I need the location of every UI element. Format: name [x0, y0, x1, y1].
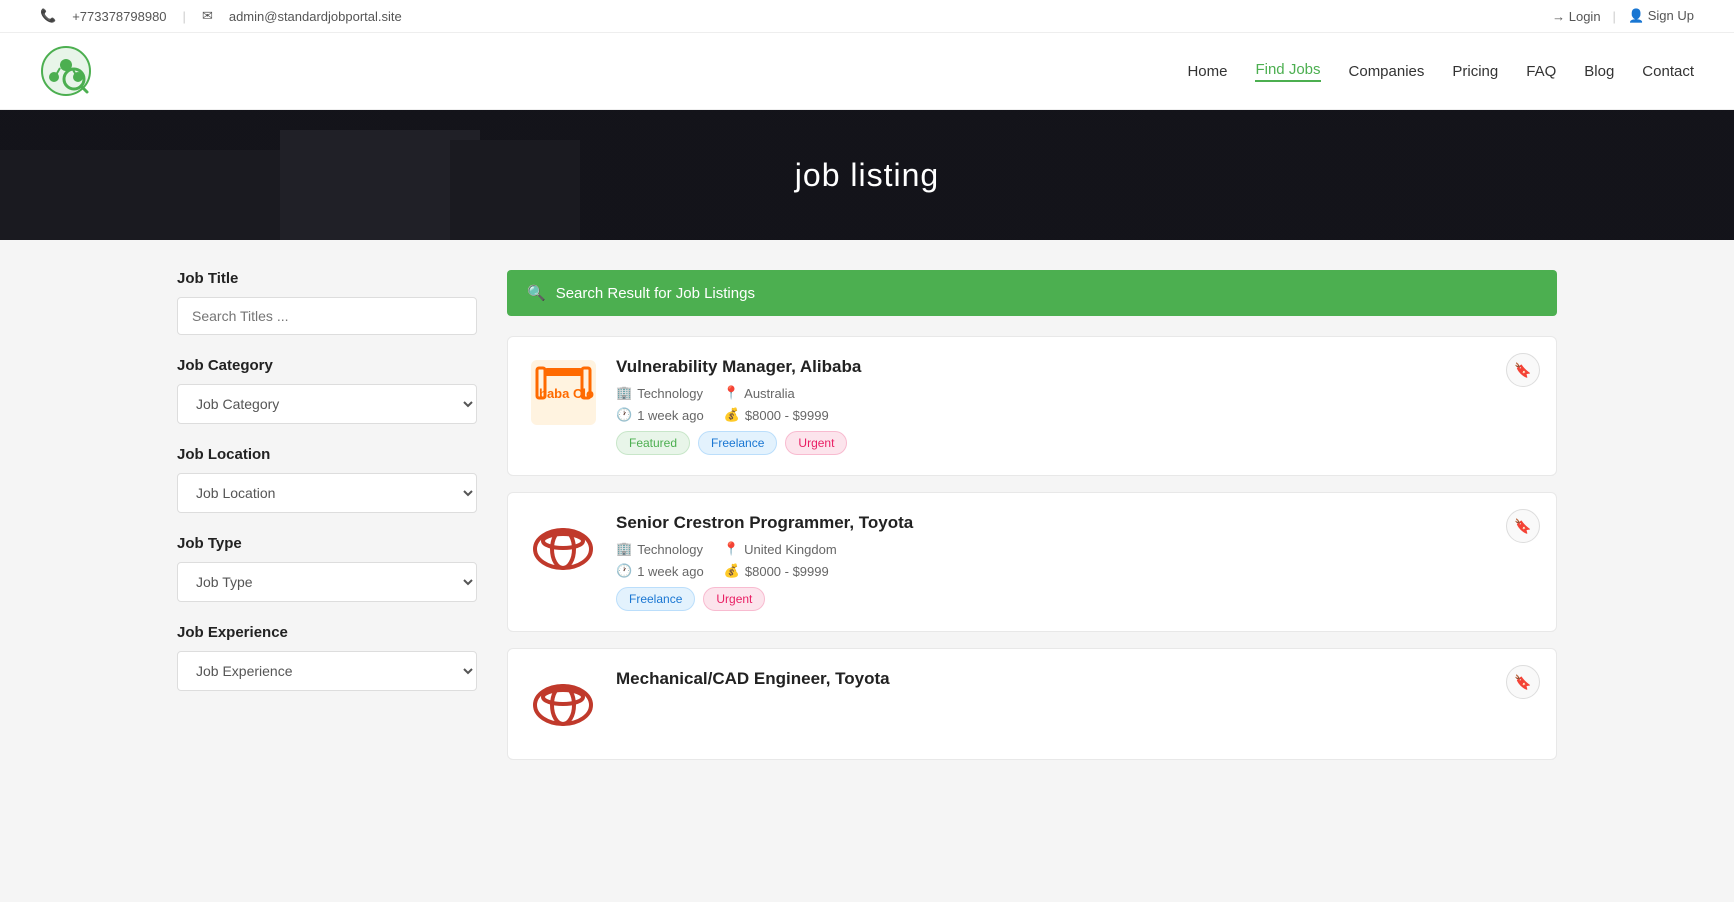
job-location-label: Job Location — [177, 446, 477, 463]
job-type-select[interactable]: Job Type — [177, 562, 477, 602]
job-experience-section: Job Experience Job Experience — [177, 624, 477, 691]
job-card-3: Mechanical/CAD Engineer, Toyota 🔖 — [507, 648, 1557, 760]
job-card-2: Senior Crestron Programmer, Toyota 🏢 Tec… — [507, 492, 1557, 632]
nav-contact[interactable]: Contact — [1642, 63, 1694, 80]
job-title-2: Senior Crestron Programmer, Toyota — [616, 513, 1536, 533]
job-listings: 🔍 Search Result for Job Listings baba Cl… — [507, 270, 1557, 776]
tag-freelance-1: Freelance — [698, 431, 777, 455]
job-meta-2b: 🕐 1 week ago 💰 $8000 - $9999 — [616, 563, 1536, 579]
job-experience-label: Job Experience — [177, 624, 477, 641]
briefcase-icon-1: 🏢 — [616, 385, 632, 401]
job-title-section: Job Title — [177, 270, 477, 335]
signup-link[interactable]: 👤 Sign Up — [1628, 8, 1694, 24]
job-time-1: 🕐 1 week ago — [616, 407, 704, 423]
job-title-label: Job Title — [177, 270, 477, 287]
sidebar: Job Title Job Category Job Category Job … — [177, 270, 477, 713]
login-link[interactable]: → Login — [1552, 9, 1600, 24]
job-salary-2: 💰 $8000 - $9999 — [724, 563, 829, 579]
job-type-section: Job Type Job Type — [177, 535, 477, 602]
email-address: admin@standardjobportal.site — [229, 9, 402, 24]
job-experience-select[interactable]: Job Experience — [177, 651, 477, 691]
nav-home[interactable]: Home — [1187, 63, 1227, 80]
search-titles-input[interactable] — [177, 297, 477, 335]
search-bar-text: Search Result for Job Listings — [556, 285, 755, 302]
search-result-bar: 🔍 Search Result for Job Listings — [507, 270, 1557, 316]
salary-icon-1: 💰 — [724, 407, 740, 423]
bookmark-btn-2[interactable]: 🔖 — [1506, 509, 1540, 543]
login-arrow-icon: → — [1552, 9, 1565, 24]
job-location-section: Job Location Job Location — [177, 446, 477, 513]
job-salary-1: 💰 $8000 - $9999 — [724, 407, 829, 423]
job-card-1: baba Clo Vulnerability Manager, Alibaba … — [507, 336, 1557, 476]
nav-faq[interactable]: FAQ — [1526, 63, 1556, 80]
email-icon: ✉ — [202, 8, 213, 24]
tag-featured-1: Featured — [616, 431, 690, 455]
job-title-3: Mechanical/CAD Engineer, Toyota — [616, 669, 1536, 689]
job-category-label: Job Category — [177, 357, 477, 374]
phone-number: +773378798980 — [72, 9, 166, 24]
job-meta-1b: 🕐 1 week ago 💰 $8000 - $9999 — [616, 407, 1536, 423]
topbar-auth: → Login | 👤 Sign Up — [1552, 8, 1694, 24]
tag-urgent-2: Urgent — [703, 587, 765, 611]
logo[interactable] — [40, 45, 92, 97]
divider2: | — [1613, 9, 1616, 24]
navbar: Home Find Jobs Companies Pricing FAQ Blo… — [0, 33, 1734, 110]
hero-banner: job listing — [0, 110, 1734, 240]
job-location-select[interactable]: Job Location — [177, 473, 477, 513]
search-icon: 🔍 — [527, 284, 546, 302]
job-meta-2: 🏢 Technology 📍 United Kingdom — [616, 541, 1536, 557]
location-icon-2: 📍 — [723, 541, 739, 557]
job-category-select[interactable]: Job Category — [177, 384, 477, 424]
salary-icon-2: 💰 — [724, 563, 740, 579]
job-type-label: Job Type — [177, 535, 477, 552]
nav-links: Home Find Jobs Companies Pricing FAQ Blo… — [1187, 61, 1694, 82]
job-info-2: Senior Crestron Programmer, Toyota 🏢 Tec… — [616, 513, 1536, 611]
job-info-1: Vulnerability Manager, Alibaba 🏢 Technol… — [616, 357, 1536, 455]
tag-urgent-1: Urgent — [785, 431, 847, 455]
hero-title: job listing — [795, 157, 939, 194]
job-info-3: Mechanical/CAD Engineer, Toyota — [616, 669, 1536, 697]
job-logo-toyota-2 — [528, 513, 598, 583]
job-logo-alibaba: baba Clo — [528, 357, 598, 427]
location-icon-1: 📍 — [723, 385, 739, 401]
briefcase-icon-2: 🏢 — [616, 541, 632, 557]
topbar: 📞 +773378798980 | ✉ admin@standardjobpor… — [0, 0, 1734, 33]
job-tags-2: Freelance Urgent — [616, 587, 1536, 611]
nav-companies[interactable]: Companies — [1349, 63, 1425, 80]
job-location-1: 📍 Australia — [723, 385, 795, 401]
job-company-type-2: 🏢 Technology — [616, 541, 703, 557]
job-location-2: 📍 United Kingdom — [723, 541, 837, 557]
nav-find-jobs[interactable]: Find Jobs — [1255, 61, 1320, 82]
logo-svg — [40, 45, 92, 97]
nav-blog[interactable]: Blog — [1584, 63, 1614, 80]
job-time-2: 🕐 1 week ago — [616, 563, 704, 579]
topbar-contact: 📞 +773378798980 | ✉ admin@standardjobpor… — [40, 8, 402, 24]
job-company-type-1: 🏢 Technology — [616, 385, 703, 401]
tag-freelance-2: Freelance — [616, 587, 695, 611]
job-title-1: Vulnerability Manager, Alibaba — [616, 357, 1536, 377]
bookmark-btn-3[interactable]: 🔖 — [1506, 665, 1540, 699]
job-meta-1: 🏢 Technology 📍 Australia — [616, 385, 1536, 401]
divider1: | — [183, 9, 186, 24]
bookmark-btn-1[interactable]: 🔖 — [1506, 353, 1540, 387]
nav-pricing[interactable]: Pricing — [1452, 63, 1498, 80]
clock-icon-1: 🕐 — [616, 407, 632, 423]
job-category-section: Job Category Job Category — [177, 357, 477, 424]
phone-icon: 📞 — [40, 8, 56, 24]
job-logo-toyota-3 — [528, 669, 598, 739]
job-tags-1: Featured Freelance Urgent — [616, 431, 1536, 455]
user-icon: 👤 — [1628, 8, 1644, 23]
main-content: Job Title Job Category Job Category Job … — [147, 270, 1587, 776]
clock-icon-2: 🕐 — [616, 563, 632, 579]
